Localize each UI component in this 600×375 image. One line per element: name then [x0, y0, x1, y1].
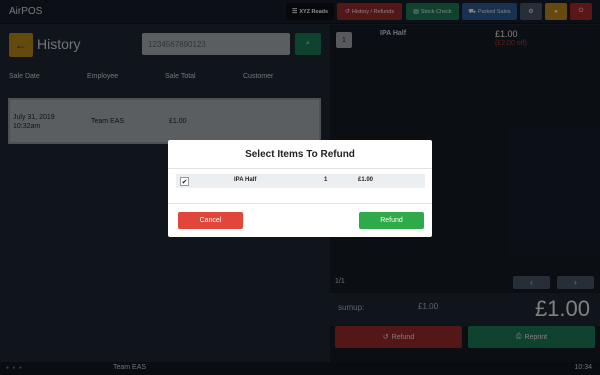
dialog-title: Select Items To Refund [245, 149, 355, 160]
refund-dialog: Select Items To Refund ✔ IPA Half 1 £1.0… [168, 140, 432, 237]
cancel-button[interactable]: Cancel [178, 212, 243, 229]
item-checkbox[interactable]: ✔ [180, 177, 189, 186]
refund-item-price: £1.00 [358, 177, 374, 183]
refund-item-name: IPA Half [234, 177, 257, 183]
divider [168, 168, 432, 169]
refund-item-qty: 1 [324, 177, 328, 183]
refund-item-row[interactable]: ✔ IPA Half 1 £1.00 [176, 174, 425, 188]
divider [168, 203, 432, 204]
confirm-refund-button[interactable]: Refund [359, 212, 424, 229]
